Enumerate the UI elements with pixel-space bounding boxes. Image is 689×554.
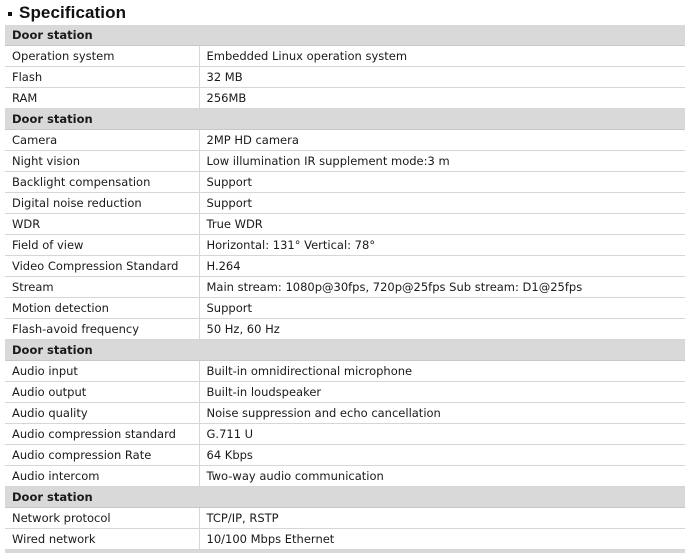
spec-row: Backlight compensation Support — [5, 171, 685, 193]
spec-row: Flash-avoid frequency 50 Hz, 60 Hz — [5, 318, 685, 340]
spec-label: Flash — [5, 66, 200, 88]
spec-page: Specification Door station Operation syst… — [0, 0, 689, 554]
section-header: Door station — [5, 486, 685, 508]
spec-label: Audio compression Rate — [5, 444, 200, 466]
spec-value: Low illumination IR supplement mode:3 m — [199, 150, 685, 172]
spec-label: Flash-avoid frequency — [5, 318, 200, 340]
spec-label: Stream — [5, 276, 200, 298]
section-header-row: Door station — [5, 486, 685, 508]
spec-row: Audio quality Noise suppression and echo … — [5, 402, 685, 424]
spec-label: Audio compression standard — [5, 423, 200, 445]
page-title-text: Specification — [19, 2, 127, 22]
spec-value: Noise suppression and echo cancellation — [199, 402, 685, 424]
spec-value: Embedded Linux operation system — [199, 45, 685, 67]
spec-row: WDR True WDR — [5, 213, 685, 235]
spec-value: 2MP HD camera — [199, 129, 685, 151]
section-header: Door station — [5, 108, 685, 130]
spec-row: Night vision Low illumination IR suppleme… — [5, 150, 685, 172]
spec-label: Audio quality — [5, 402, 200, 424]
spec-label: Night vision — [5, 150, 200, 172]
section-header-row: Door station — [5, 108, 685, 130]
spec-label: Wired network — [5, 528, 200, 550]
spec-label: Audio intercom — [5, 465, 200, 487]
spec-label: Network protocol — [5, 507, 200, 529]
spec-row: Wired network 10/100 Mbps Ethernet — [5, 528, 685, 550]
spec-row: Flash 32 MB — [5, 66, 685, 88]
spec-value: Two-way audio communication — [199, 465, 685, 487]
spec-row: Audio output Built-in loudspeaker — [5, 381, 685, 403]
spec-row: Video Compression Standard H.264 — [5, 255, 685, 277]
spec-row: Field of view Horizontal: 131° Vertical: … — [5, 234, 685, 256]
spec-value: 64 Kbps — [199, 444, 685, 466]
spec-row: Stream Main stream: 1080p@30fps, 720p@25f… — [5, 276, 685, 298]
page-title: Specification — [0, 0, 689, 25]
spec-value: TCP/IP, RSTP — [199, 507, 685, 529]
spec-label: Backlight compensation — [5, 171, 200, 193]
spec-row: Audio compression standard G.711 U — [5, 423, 685, 445]
spec-value: Built-in loudspeaker — [199, 381, 685, 403]
spec-table-body: Door station Operation system Embedded Lin… — [5, 25, 685, 550]
spec-row: Camera 2MP HD camera — [5, 129, 685, 151]
spec-label: Video Compression Standard — [5, 255, 200, 277]
spec-value: Horizontal: 131° Vertical: 78° — [199, 234, 685, 256]
square-bullet-icon — [8, 11, 12, 16]
spec-label: RAM — [5, 87, 200, 109]
spec-value: 32 MB — [199, 66, 685, 88]
section-header-row: Door station — [5, 339, 685, 361]
table-bottom-edge — [5, 550, 685, 553]
spec-value: Support — [199, 297, 685, 319]
spec-row: Audio intercom Two-way audio communicatio… — [5, 465, 685, 487]
spec-row: Digital noise reduction Support — [5, 192, 685, 214]
section-header: Door station — [5, 25, 685, 46]
spec-value: Support — [199, 171, 685, 193]
spec-value: True WDR — [199, 213, 685, 235]
section-header: Door station — [5, 339, 685, 361]
spec-row: Audio input Built-in omnidirectional micr… — [5, 360, 685, 382]
spec-label: Field of view — [5, 234, 200, 256]
spec-label: Camera — [5, 129, 200, 151]
spec-label: Audio output — [5, 381, 200, 403]
spec-value: 50 Hz, 60 Hz — [199, 318, 685, 340]
spec-label: Motion detection — [5, 297, 200, 319]
spec-row: Audio compression Rate 64 Kbps — [5, 444, 685, 466]
spec-value: G.711 U — [199, 423, 685, 445]
spec-label: WDR — [5, 213, 200, 235]
spec-label: Audio input — [5, 360, 200, 382]
spec-value: H.264 — [199, 255, 685, 277]
spec-row: Network protocol TCP/IP, RSTP — [5, 507, 685, 529]
spec-row: RAM 256MB — [5, 87, 685, 109]
spec-label: Digital noise reduction — [5, 192, 200, 214]
spec-label: Operation system — [5, 45, 200, 67]
spec-value: Main stream: 1080p@30fps, 720p@25fps Sub… — [199, 276, 685, 298]
spec-row: Operation system Embedded Linux operation… — [5, 45, 685, 67]
spec-value: 10/100 Mbps Ethernet — [199, 528, 685, 550]
spec-value: 256MB — [199, 87, 685, 109]
spec-value: Built-in omnidirectional microphone — [199, 360, 685, 382]
section-header-row: Door station — [5, 25, 685, 46]
spec-row: Motion detection Support — [5, 297, 685, 319]
spec-table: Door station Operation system Embedded Lin… — [5, 25, 685, 550]
spec-value: Support — [199, 192, 685, 214]
